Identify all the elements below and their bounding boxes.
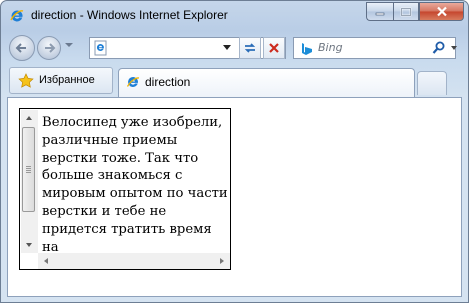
browser-window: direction - Windows Internet Explorer Bi… [0,0,469,303]
title-bar: direction - Windows Internet Explorer [1,1,468,31]
horizontal-scrollbar[interactable] [38,253,230,269]
minimize-icon [375,12,385,15]
recent-pages-dropdown[interactable] [65,43,73,47]
navigation-bar: Bing [1,31,468,63]
scroll-left-arrow-icon[interactable] [38,253,54,269]
stop-button[interactable] [263,37,285,59]
compatibility-refresh-button[interactable] [239,37,261,59]
ie-page-icon [125,74,141,90]
back-button[interactable] [9,35,35,61]
bing-logo-icon [299,41,315,55]
tab-bar: Избранное direction [1,63,468,97]
close-button[interactable] [419,2,464,21]
minimize-button[interactable] [366,2,393,21]
stop-icon [269,43,279,53]
box-paragraph: Велосипед уже изобрели, различные приемы… [42,115,228,253]
back-arrow-icon [15,43,26,53]
tab-direction[interactable]: direction [118,68,415,97]
tab-label: direction [145,75,191,89]
favorites-button[interactable]: Избранное [9,67,113,94]
new-tab-button[interactable] [417,71,447,95]
search-icon[interactable] [431,40,447,56]
ie-logo-icon [9,8,25,24]
vertical-scrollbar[interactable] [21,110,38,253]
scroll-down-arrow-icon[interactable] [21,236,38,253]
maximize-button[interactable] [393,2,419,21]
maximize-icon [400,7,412,16]
refresh-icon [244,43,256,53]
scroll-right-arrow-icon[interactable] [214,253,230,269]
forward-button[interactable] [37,36,61,60]
forward-arrow-icon [45,43,56,53]
window-title: direction - Windows Internet Explorer [31,8,228,22]
search-box[interactable]: Bing [293,37,457,59]
star-icon [18,73,34,89]
favorites-label: Избранное [39,74,95,86]
scrollable-text-box[interactable]: Велосипед уже изобрели, различные приемы… [19,108,231,270]
search-dropdown-icon[interactable] [451,46,457,50]
close-icon [436,6,447,17]
search-placeholder: Bing [318,41,343,54]
page-content: Велосипед уже изобрели, различные приемы… [7,97,462,297]
scroll-up-arrow-icon[interactable] [21,110,38,127]
address-dropdown-icon[interactable] [223,45,231,50]
page-icon [93,40,109,56]
vertical-scroll-thumb[interactable] [22,127,35,212]
